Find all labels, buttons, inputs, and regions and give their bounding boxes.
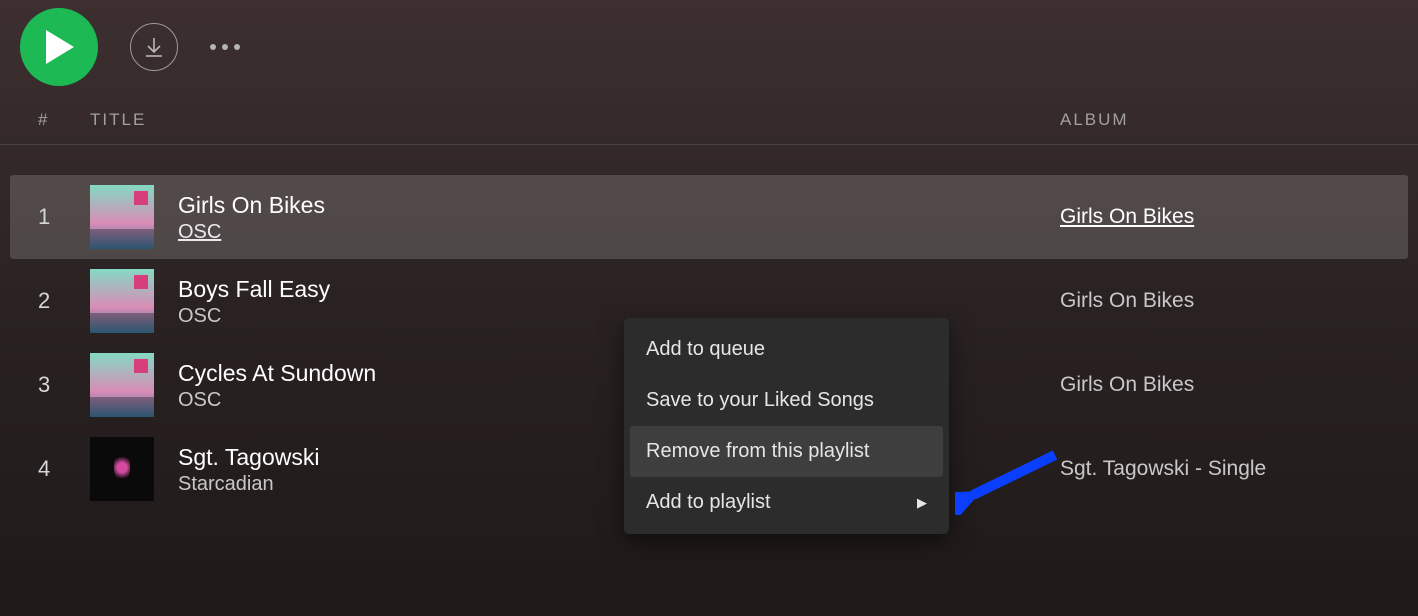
track-title: Girls On Bikes	[178, 190, 1060, 221]
chevron-right-icon: ▶	[917, 495, 927, 511]
track-number: 1	[38, 204, 90, 230]
track-album[interactable]: Girls On Bikes	[1060, 289, 1380, 313]
context-menu-item-label: Add to playlist	[646, 491, 771, 514]
toolbar	[0, 0, 1418, 110]
column-number-header: #	[38, 110, 90, 130]
track-row[interactable]: 1 Girls On BikesOSCGirls On Bikes	[10, 175, 1408, 259]
album-art	[90, 353, 154, 417]
context-menu: Add to queue Save to your Liked Songs Remo…	[624, 318, 949, 534]
album-art	[90, 269, 154, 333]
track-artist[interactable]: OSC	[178, 221, 1060, 244]
context-menu-item-label: Remove from this playlist	[646, 440, 869, 463]
more-icon	[222, 44, 228, 50]
more-icon	[210, 44, 216, 50]
context-menu-item[interactable]: Save to your Liked Songs	[630, 375, 943, 426]
album-art	[90, 185, 154, 249]
download-icon	[143, 36, 165, 58]
column-album-header: ALBUM	[1060, 110, 1380, 130]
context-menu-item-label: Add to queue	[646, 338, 765, 361]
context-menu-item[interactable]: Remove from this playlist	[630, 426, 943, 477]
track-album[interactable]: Sgt. Tagowski - Single	[1060, 457, 1380, 481]
track-album[interactable]: Girls On Bikes	[1060, 205, 1380, 229]
play-button[interactable]	[20, 8, 98, 86]
context-menu-item[interactable]: Add to queue	[630, 324, 943, 375]
column-header-row: # TITLE ALBUM	[0, 110, 1418, 145]
track-title-cell: Girls On BikesOSC	[178, 190, 1060, 244]
play-icon	[46, 30, 76, 64]
track-number: 4	[38, 456, 90, 482]
more-icon	[234, 44, 240, 50]
download-button[interactable]	[130, 23, 178, 71]
track-number: 2	[38, 288, 90, 314]
context-menu-item[interactable]: Add to playlist ▶	[630, 477, 943, 528]
track-title: Boys Fall Easy	[178, 274, 1060, 305]
column-title-header: TITLE	[90, 110, 1060, 130]
more-options-button[interactable]	[210, 44, 240, 50]
track-number: 3	[38, 372, 90, 398]
album-art	[90, 437, 154, 501]
track-album[interactable]: Girls On Bikes	[1060, 373, 1380, 397]
context-menu-item-label: Save to your Liked Songs	[646, 389, 874, 412]
